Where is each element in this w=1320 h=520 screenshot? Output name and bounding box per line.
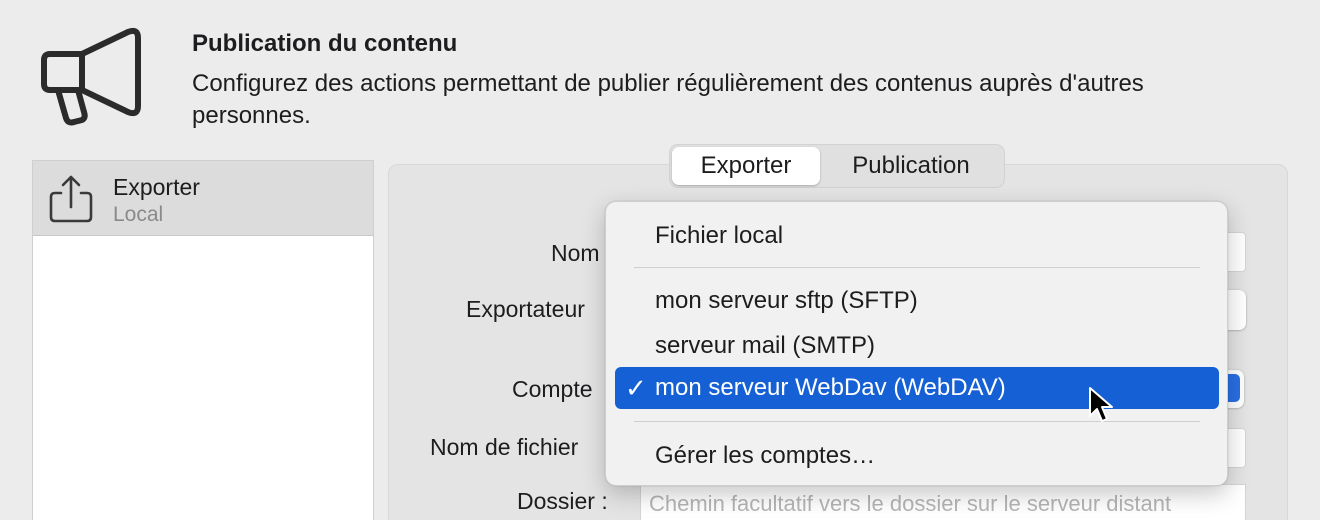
menu-item-webdav[interactable]: ✓ mon serveur WebDav (WebDAV) xyxy=(615,367,1219,409)
list-item-subtitle: Local xyxy=(113,203,164,226)
tab-segmented-control: Exporter Publication xyxy=(669,144,1005,188)
menu-item-manage-accounts[interactable]: Gérer les comptes… xyxy=(615,435,1219,477)
share-export-icon xyxy=(49,175,93,223)
folder-label: Dossier : xyxy=(517,488,608,514)
menu-item-sftp[interactable]: mon serveur sftp (SFTP) xyxy=(615,280,1219,322)
menu-separator xyxy=(634,421,1200,422)
menu-item-smtp[interactable]: serveur mail (SMTP) xyxy=(615,325,1219,367)
menu-item-label: mon serveur WebDav (WebDAV) xyxy=(655,374,1006,401)
exporter-label: Exportateur xyxy=(466,296,585,322)
account-dropdown-menu: Fichier local mon serveur sftp (SFTP) se… xyxy=(605,201,1228,486)
name-label: Nom xyxy=(551,240,600,266)
account-label: Compte xyxy=(512,376,593,402)
mouse-cursor-icon xyxy=(1089,387,1113,422)
menu-separator xyxy=(634,267,1200,268)
checkmark-icon: ✓ xyxy=(625,373,647,403)
folder-input[interactable] xyxy=(640,484,1246,520)
list-item-title: Exporter xyxy=(113,174,200,200)
tab-exporter[interactable]: Exporter xyxy=(672,147,820,185)
filename-label: Nom de fichier xyxy=(430,434,579,460)
tab-publication[interactable]: Publication xyxy=(820,147,1002,185)
list-item-exporter[interactable]: Exporter Local xyxy=(33,161,373,236)
menu-item-local-file[interactable]: Fichier local xyxy=(615,215,1219,257)
page-description: Configurez des actions permettant de pub… xyxy=(192,70,1144,129)
publication-list: Exporter Local xyxy=(32,160,374,520)
megaphone-icon xyxy=(41,27,141,126)
page-title: Publication du contenu xyxy=(192,30,458,57)
